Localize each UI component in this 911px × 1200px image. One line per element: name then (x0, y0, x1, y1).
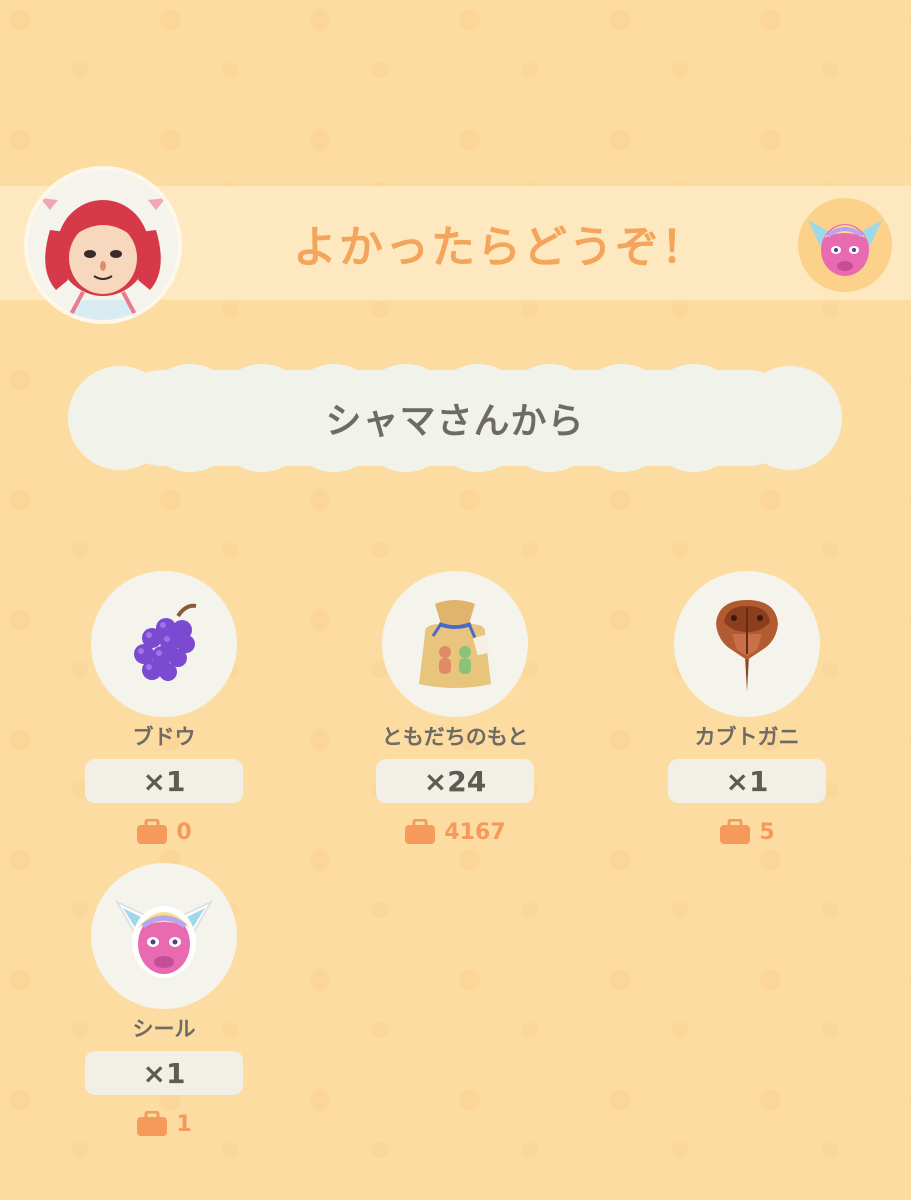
item-owned-count: 4167 (376, 817, 534, 847)
grapes-icon (134, 603, 197, 681)
item-quantity: ×1 (668, 759, 826, 803)
owned-count-value: 0 (176, 819, 192, 845)
bag-icon (720, 819, 751, 844)
item-icon-circle (674, 571, 820, 717)
gift-item-grapes[interactable]: ブドウ ×1 0 (85, 571, 245, 851)
sender-label: シャマさんから (325, 401, 585, 442)
villager-badge-icon (798, 198, 892, 292)
item-owned-count: 1 (85, 1109, 243, 1139)
bag-icon (405, 819, 436, 844)
bag-icon (137, 1111, 168, 1136)
owned-count-value: 5 (759, 819, 775, 845)
item-quantity: ×1 (85, 759, 243, 803)
item-icon-circle (91, 571, 237, 717)
gift-item-sticker[interactable]: シール ×1 1 (85, 863, 245, 1143)
gift-item-horseshoe-crab[interactable]: カブトガニ ×1 5 (668, 571, 828, 851)
item-owned-count: 0 (85, 817, 243, 847)
player-avatar (24, 166, 182, 324)
item-name: ともだちのもと (381, 725, 529, 749)
item-quantity: ×24 (376, 759, 534, 803)
sticker-icon (114, 899, 214, 978)
bag-icon (137, 819, 168, 844)
item-name: カブトガニ (694, 725, 800, 749)
owned-count-value: 1 (176, 1111, 192, 1137)
item-icon-circle (382, 571, 528, 717)
owned-count-value: 4167 (444, 819, 506, 845)
gift-item-friend-powder[interactable]: ともだちのもと ×24 4167 (376, 571, 536, 851)
horseshoe-crab-icon (716, 600, 778, 692)
item-icon-circle (91, 863, 237, 1009)
item-quantity: ×1 (85, 1051, 243, 1095)
friend-powder-bag-icon (419, 600, 491, 688)
item-name: ブドウ (132, 725, 196, 749)
page-title: よかったらどうぞ！ (293, 222, 707, 273)
item-name: シール (132, 1017, 196, 1041)
player-face-icon (28, 170, 178, 320)
item-owned-count: 5 (668, 817, 826, 847)
